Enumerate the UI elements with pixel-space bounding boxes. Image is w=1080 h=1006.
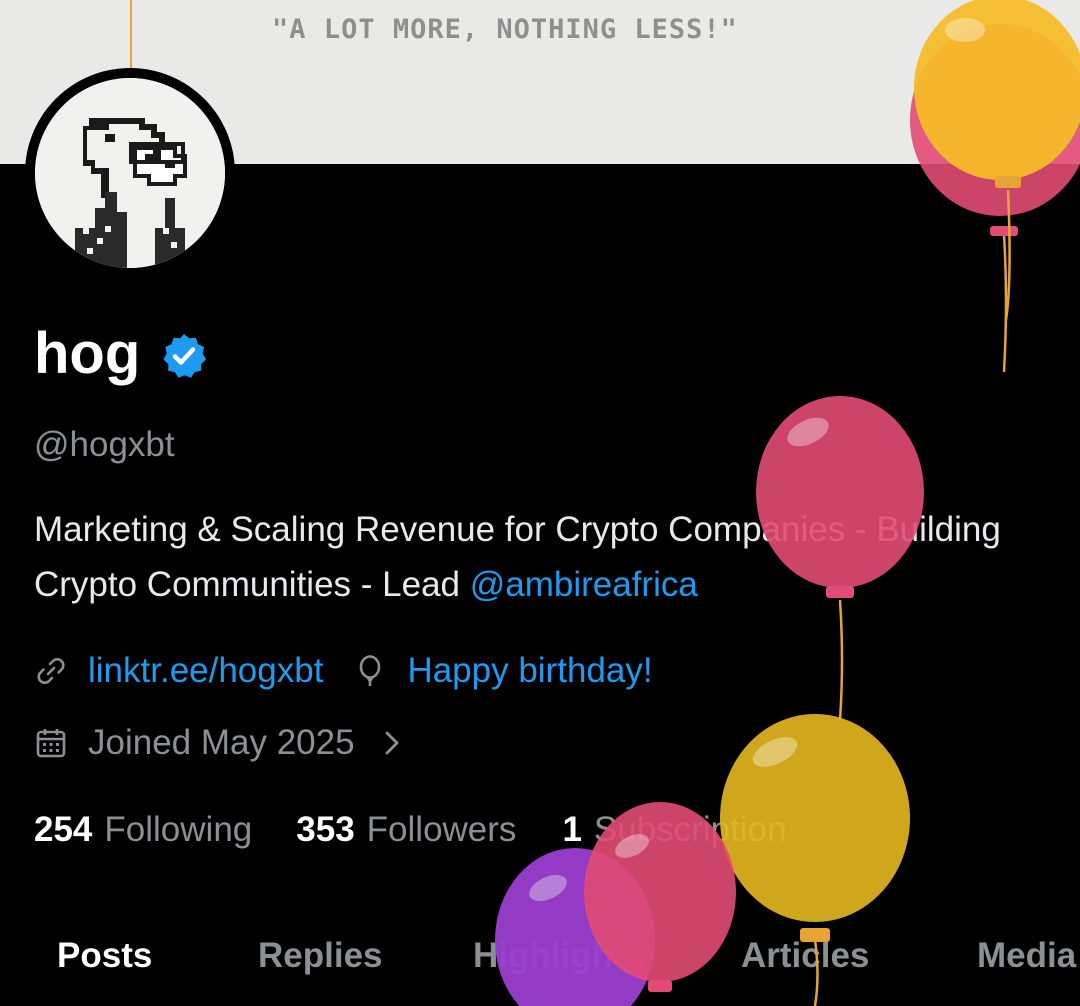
profile-link[interactable]: linktr.ee/hogxbt	[88, 651, 323, 691]
verified-badge-icon[interactable]	[160, 332, 208, 380]
followers-stat[interactable]: 353 Followers	[296, 810, 516, 850]
tab-posts[interactable]: Posts	[57, 930, 152, 982]
avatar-image	[35, 78, 225, 268]
profile-stats: 254 Following 353 Followers 1 Subscription	[34, 804, 787, 856]
user-handle: @hogxbt	[34, 425, 175, 464]
tab-articles[interactable]: Articles	[741, 930, 869, 982]
display-name: hog	[34, 321, 141, 386]
tab-replies[interactable]: Replies	[258, 930, 383, 982]
birthday-text[interactable]: Happy birthday!	[407, 651, 652, 691]
avatar[interactable]	[25, 68, 235, 278]
profile-bio: Marketing & Scaling Revenue for Crypto C…	[34, 502, 1044, 612]
balloon-icon	[360, 655, 381, 686]
calendar-icon	[36, 729, 66, 758]
subscriptions-stat[interactable]: 1 Subscription	[562, 810, 786, 850]
banner-tagline: "A LOT MORE, NOTHING LESS!"	[272, 14, 738, 45]
tab-highlights[interactable]: Highlights	[473, 930, 644, 982]
joined-row[interactable]: Joined May 2025	[34, 718, 401, 768]
pixel-penguin-icon	[35, 78, 225, 268]
chevron-right-icon[interactable]	[383, 728, 401, 758]
tab-media[interactable]: Media	[977, 930, 1076, 982]
link-icon	[37, 658, 65, 684]
balloon-purple-bottom	[495, 848, 655, 1006]
joined-date: Joined May 2025	[88, 723, 355, 762]
following-stat[interactable]: 254 Following	[34, 810, 252, 850]
profile-meta-row: linktr.ee/hogxbt Happy birthday!	[34, 646, 653, 696]
bio-mention-link[interactable]: @ambireafrica	[470, 565, 698, 604]
